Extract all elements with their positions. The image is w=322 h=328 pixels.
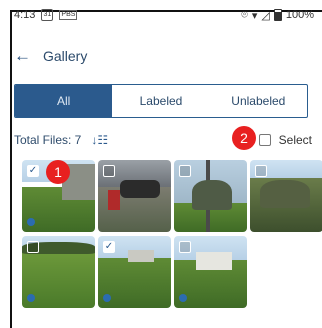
thumbnail[interactable]: ✓ xyxy=(98,236,171,308)
tab-unlabeled[interactable]: Unlabeled xyxy=(210,85,307,117)
location-icon: ⌾ xyxy=(241,8,248,21)
annotation-badge-2: 2 xyxy=(232,126,256,150)
media-type-icon xyxy=(27,294,35,302)
media-type-icon xyxy=(179,294,187,302)
thumbnail[interactable] xyxy=(22,236,95,308)
notification-icon: PBS xyxy=(59,10,78,20)
media-type-icon xyxy=(103,294,111,302)
files-toolbar: Total Files: 7 ↓☷ Select xyxy=(14,130,312,150)
signal-icon: ◿ xyxy=(261,9,270,22)
tab-labeled[interactable]: Labeled xyxy=(112,85,209,117)
status-bar: 4:13 31 PBS ⌾ ▾ ◿ 100% xyxy=(14,0,314,30)
arrow-left-icon[interactable]: ← xyxy=(14,46,31,66)
app-bar: ← Gallery xyxy=(14,44,87,68)
status-time: 4:13 xyxy=(14,9,36,21)
media-type-icon xyxy=(27,218,35,226)
calendar-icon: 31 xyxy=(41,9,54,21)
battery-percent: 100% xyxy=(285,9,314,21)
thumbnail-checkbox[interactable] xyxy=(27,241,39,253)
thumbnail-checkbox[interactable] xyxy=(179,241,191,253)
thumbnail-checkbox[interactable] xyxy=(179,165,191,177)
page-title: Gallery xyxy=(43,48,88,64)
annotation-badge-1: 1 xyxy=(46,160,70,184)
select-label: Select xyxy=(278,133,312,147)
select-all-control[interactable]: Select xyxy=(258,133,312,147)
checkmark-icon: ✓ xyxy=(28,165,38,176)
thumbnail[interactable] xyxy=(174,236,247,308)
thumbnail[interactable] xyxy=(250,160,322,232)
select-all-checkbox[interactable] xyxy=(258,134,271,146)
thumbnail[interactable] xyxy=(98,160,171,232)
filter-tabs: All Labeled Unlabeled xyxy=(14,84,308,118)
thumbnail-checkbox[interactable]: ✓ xyxy=(27,165,39,177)
tab-all[interactable]: All xyxy=(15,85,113,117)
wifi-icon: ▾ xyxy=(251,9,258,22)
thumbnail[interactable] xyxy=(174,160,247,232)
battery-icon xyxy=(273,9,282,21)
thumbnail-checkbox[interactable] xyxy=(255,165,267,177)
sort-icon[interactable]: ↓☷ xyxy=(91,133,108,147)
total-files-label: Total Files: 7 xyxy=(14,133,82,147)
checkmark-icon: ✓ xyxy=(104,241,114,252)
thumbnail-checkbox[interactable] xyxy=(103,165,115,177)
thumbnail-checkbox[interactable]: ✓ xyxy=(103,241,115,253)
